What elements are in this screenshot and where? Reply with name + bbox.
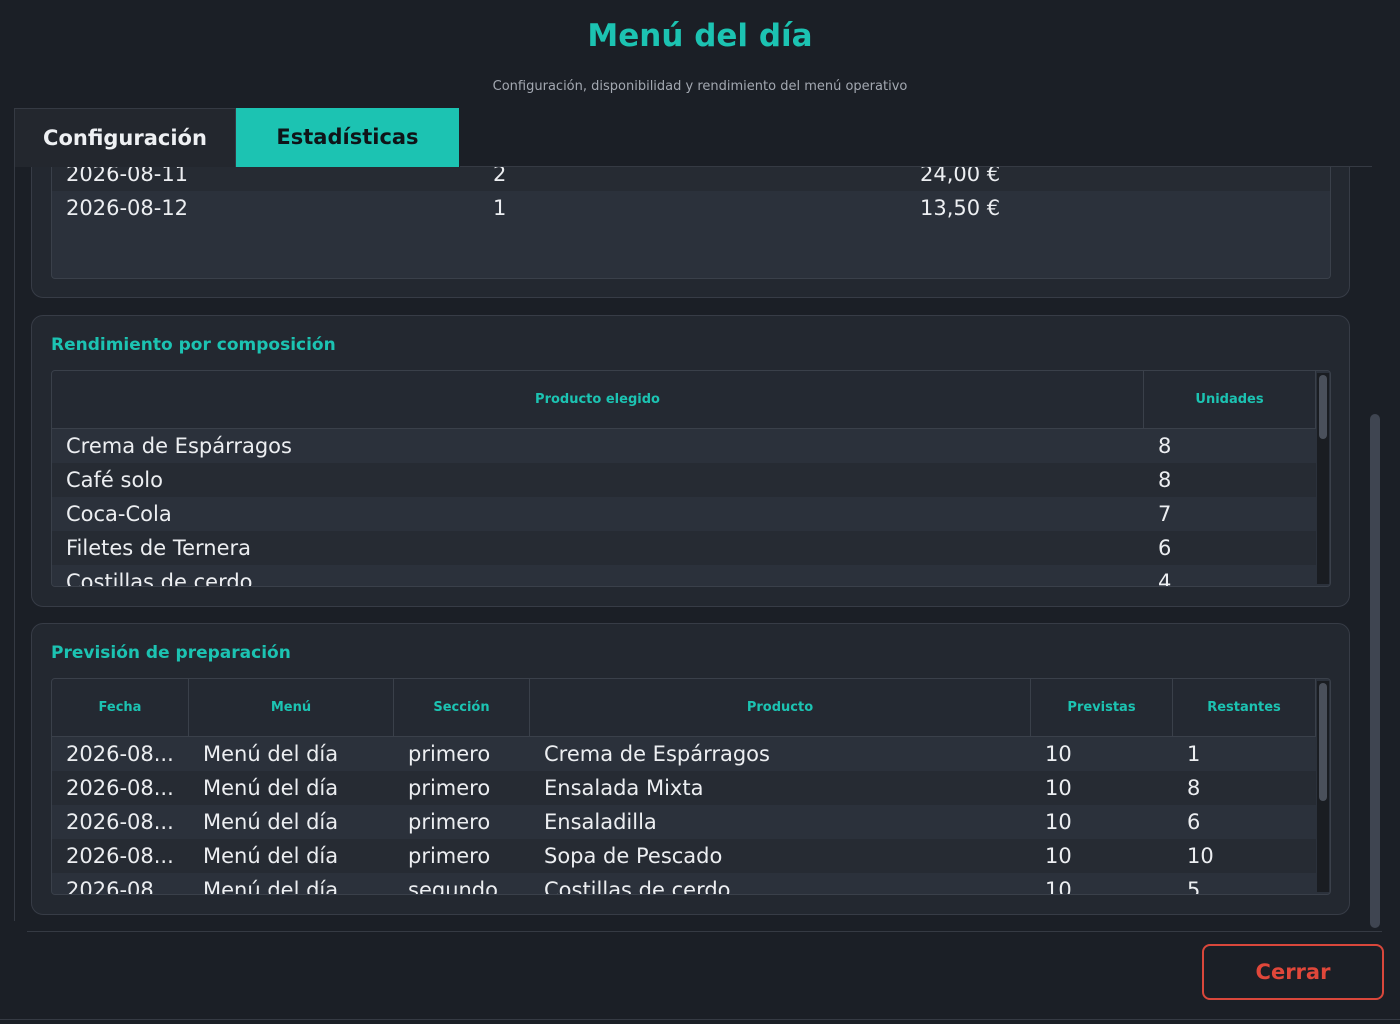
units-cell: 7 [1158, 502, 1172, 526]
menu-cell: Menú del día [203, 844, 339, 868]
table-row[interactable]: 2026-08... Menú del día primero Ensaladi… [52, 805, 1316, 839]
composition-card: Rendimiento por composición Producto ele… [31, 315, 1350, 607]
count-cell: 1 [493, 196, 507, 220]
table-row[interactable]: Café solo 8 [52, 463, 1316, 497]
remaining-cell: 5 [1187, 878, 1201, 895]
product-cell: Crema de Espárragos [544, 742, 770, 766]
section-cell: primero [408, 742, 491, 766]
planned-cell: 10 [1045, 742, 1072, 766]
table-row[interactable]: 2026-08... Menú del día primero Crema de… [52, 737, 1316, 771]
sales-by-date-card: 2026-08-11 2 24,00 € 2026-08-12 1 13,50 … [31, 167, 1350, 298]
table-row[interactable]: Filetes de Ternera 6 [52, 531, 1316, 565]
date-cell: 2026-08-11 [66, 167, 189, 186]
count-cell: 2 [493, 167, 507, 186]
bottom-divider [0, 1019, 1400, 1020]
composition-scrollbar-thumb[interactable] [1319, 375, 1327, 439]
units-cell: 4 [1158, 570, 1172, 587]
forecast-scrollbar[interactable] [1317, 681, 1329, 892]
product-cell: Ensalada Mixta [544, 776, 704, 800]
date-cell: 2026-08... [66, 878, 174, 895]
date-cell: 2026-08-12 [66, 196, 189, 220]
sales-by-date-table: 2026-08-11 2 24,00 € 2026-08-12 1 13,50 … [51, 167, 1331, 279]
table-row[interactable]: 2026-08... Menú del día primero Ensalada… [52, 771, 1316, 805]
column-header-producto-elegido[interactable]: Producto elegido [52, 371, 1144, 429]
menu-cell: Menú del día [203, 878, 339, 895]
product-cell: Crema de Espárragos [66, 434, 292, 458]
planned-cell: 10 [1045, 878, 1072, 895]
units-cell: 8 [1158, 434, 1172, 458]
forecast-scrollbar-thumb[interactable] [1319, 683, 1327, 801]
tab-bar: Configuración Estadísticas [14, 108, 459, 167]
section-cell: primero [408, 844, 491, 868]
planned-cell: 10 [1045, 844, 1072, 868]
close-button[interactable]: Cerrar [1202, 944, 1384, 1000]
product-cell: Coca-Cola [66, 502, 172, 526]
product-cell: Sopa de Pescado [544, 844, 723, 868]
date-cell: 2026-08... [66, 742, 174, 766]
product-cell: Café solo [66, 468, 163, 492]
remaining-cell: 6 [1187, 810, 1201, 834]
column-header-fecha[interactable]: Fecha [52, 679, 189, 737]
content-divider [27, 931, 1382, 932]
column-header-previstas[interactable]: Previstas [1031, 679, 1173, 737]
section-cell: primero [408, 810, 491, 834]
composition-table: Producto elegido Unidades Crema de Espár… [51, 370, 1331, 587]
dialog-subtitle: Configuración, disponibilidad y rendimie… [492, 79, 908, 94]
menu-cell: Menú del día [203, 742, 339, 766]
units-cell: 6 [1158, 536, 1172, 560]
column-header-restantes[interactable]: Restantes [1173, 679, 1316, 737]
date-cell: 2026-08... [66, 844, 174, 868]
table-row[interactable]: Coca-Cola 7 [52, 497, 1316, 531]
amount-cell: 13,50 € [920, 196, 1001, 220]
forecast-title: Previsión de preparación [51, 643, 291, 663]
product-cell: Ensaladilla [544, 810, 657, 834]
remaining-cell: 1 [1187, 742, 1201, 766]
table-row[interactable]: Crema de Espárragos 8 [52, 429, 1316, 463]
forecast-card: Previsión de preparación Fecha Menú Secc… [31, 623, 1350, 915]
date-cell: 2026-08... [66, 776, 174, 800]
planned-cell: 10 [1045, 810, 1072, 834]
table-row: 2026-08-12 1 13,50 € [52, 191, 1330, 225]
column-header-menu[interactable]: Menú [189, 679, 394, 737]
section-cell: primero [408, 776, 491, 800]
statistics-panel: 2026-08-11 2 24,00 € 2026-08-12 1 13,50 … [14, 167, 1384, 931]
table-row[interactable]: Costillas de cerdo 4 [52, 565, 1316, 587]
product-cell: Costillas de cerdo [66, 570, 253, 587]
composition-title: Rendimiento por composición [51, 335, 336, 355]
product-cell: Filetes de Ternera [66, 536, 252, 560]
menu-cell: Menú del día [203, 810, 339, 834]
table-row[interactable]: 2026-08... Menú del día segundo Costilla… [52, 873, 1316, 895]
remaining-cell: 10 [1187, 844, 1214, 868]
column-header-seccion[interactable]: Sección [394, 679, 530, 737]
column-header-producto[interactable]: Producto [530, 679, 1031, 737]
tab-configuracion[interactable]: Configuración [14, 108, 236, 167]
remaining-cell: 8 [1187, 776, 1201, 800]
date-cell: 2026-08... [66, 810, 174, 834]
section-cell: segundo [408, 878, 498, 895]
planned-cell: 10 [1045, 776, 1072, 800]
tab-estadisticas[interactable]: Estadísticas [236, 108, 459, 167]
composition-scrollbar[interactable] [1317, 373, 1329, 584]
forecast-table: Fecha Menú Sección Producto Previstas Re… [51, 678, 1331, 895]
product-cell: Costillas de cerdo [544, 878, 731, 895]
table-row[interactable]: 2026-08... Menú del día primero Sopa de … [52, 839, 1316, 873]
table-row: 2026-08-11 2 24,00 € [52, 167, 1330, 191]
dialog-title: Menú del día [587, 18, 813, 54]
menu-cell: Menú del día [203, 776, 339, 800]
column-header-unidades[interactable]: Unidades [1144, 371, 1316, 429]
units-cell: 8 [1158, 468, 1172, 492]
amount-cell: 24,00 € [920, 167, 1001, 186]
